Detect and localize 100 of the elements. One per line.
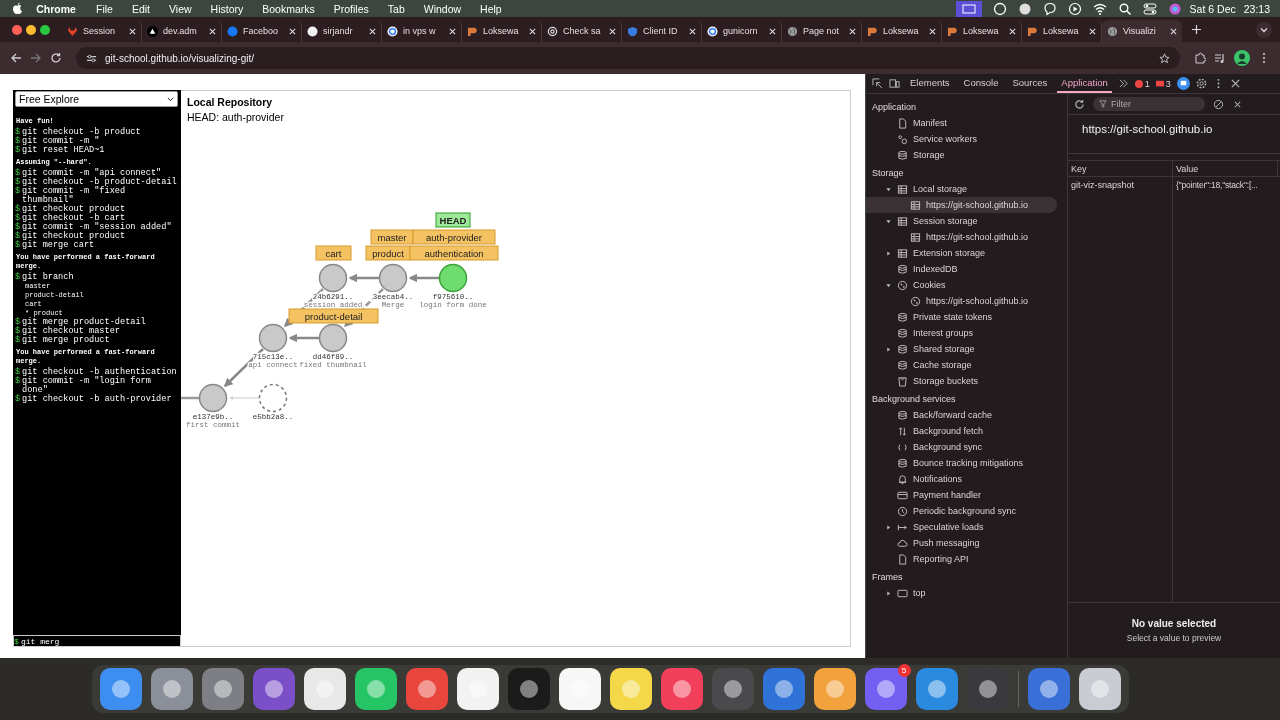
- date-text[interactable]: Sat 6 Dec: [1189, 2, 1236, 15]
- tree-item[interactable]: https://git-school.github.io: [866, 293, 1057, 309]
- column-header[interactable]: Key: [1068, 161, 1173, 176]
- tree-item[interactable]: Local storage: [866, 181, 1057, 197]
- tree-item[interactable]: Push messaging: [866, 535, 1057, 551]
- new-tab-icon[interactable]: [1192, 25, 1201, 34]
- app-icon[interactable]: [150, 668, 193, 710]
- app-icon[interactable]: [99, 668, 142, 710]
- close-icon[interactable]: [449, 27, 456, 35]
- time-text[interactable]: 23:13: [1243, 2, 1270, 15]
- device-toolbar-icon[interactable]: [889, 78, 900, 89]
- table-cell[interactable]: {"pointer":18,"stack":[...: [1173, 177, 1280, 192]
- tree-item[interactable]: Speculative loads: [866, 519, 1057, 535]
- tree-item[interactable]: Bounce tracking mitigations: [866, 455, 1057, 471]
- mode-dropdown[interactable]: Free Explore: [15, 91, 178, 107]
- app-icon[interactable]: [405, 668, 448, 710]
- commit-node[interactable]: [378, 263, 408, 293]
- close-icon[interactable]: [1229, 78, 1241, 89]
- warning-count[interactable]: 3: [1155, 78, 1171, 89]
- menu-item[interactable]: View: [169, 2, 192, 15]
- devtools-tab[interactable]: Application: [1057, 74, 1112, 93]
- forward-arrow-icon[interactable]: [30, 52, 42, 64]
- assistant-icon[interactable]: [1176, 77, 1190, 90]
- app-icon[interactable]: [609, 668, 652, 710]
- app-icon[interactable]: [813, 668, 856, 710]
- tree-item[interactable]: Storage: [866, 147, 1057, 163]
- menu-item[interactable]: Tab: [387, 2, 405, 15]
- media-queue-icon[interactable]: [1214, 52, 1226, 64]
- menu-item[interactable]: Edit: [131, 2, 150, 15]
- close-icon[interactable]: [609, 27, 616, 35]
- app-icon[interactable]: [660, 668, 703, 710]
- table-cell[interactable]: git-viz-snapshot: [1068, 177, 1173, 192]
- app-icon[interactable]: [354, 668, 397, 710]
- tree-item[interactable]: Background fetch: [866, 423, 1057, 439]
- menu-item[interactable]: Bookmarks: [262, 2, 315, 15]
- close-icon[interactable]: [529, 27, 536, 35]
- toggles-icon[interactable]: [1142, 1, 1157, 16]
- phone-bubble-icon[interactable]: [1042, 1, 1057, 16]
- reload-icon[interactable]: [50, 52, 62, 64]
- expand-arrow-icon[interactable]: [886, 346, 891, 352]
- search-icon[interactable]: [1117, 1, 1132, 16]
- commit-node[interactable]: [258, 383, 288, 413]
- expand-arrow-icon[interactable]: [886, 524, 891, 530]
- tree-item[interactable]: Extension storage: [866, 245, 1057, 261]
- tree-item[interactable]: Session storage: [866, 213, 1057, 229]
- menu-item[interactable]: Window: [423, 2, 462, 15]
- puzzle-icon[interactable]: [1194, 52, 1206, 64]
- tree-item[interactable]: Notifications: [866, 471, 1057, 487]
- tree-item[interactable]: Private state tokens: [866, 309, 1057, 325]
- devtools-tab[interactable]: Console: [959, 74, 1003, 93]
- commit-node[interactable]: [318, 263, 348, 293]
- wifi-icon[interactable]: [1092, 1, 1107, 16]
- app-icon[interactable]: [303, 668, 346, 710]
- menu-item[interactable]: File: [96, 2, 113, 15]
- chevron-down-icon[interactable]: [1256, 21, 1272, 38]
- expand-arrow-icon[interactable]: [886, 590, 891, 596]
- play-icon[interactable]: [1067, 1, 1082, 16]
- back-arrow-icon[interactable]: [10, 52, 22, 64]
- tree-item[interactable]: Cache storage: [866, 357, 1057, 373]
- circle-icon[interactable]: [1017, 1, 1032, 16]
- minimize-window-icon[interactable]: [26, 24, 36, 35]
- close-icon[interactable]: [289, 27, 296, 35]
- menu-item[interactable]: Profiles: [333, 2, 369, 15]
- tree-item[interactable]: Interest groups: [866, 325, 1057, 341]
- app-icon[interactable]: [1078, 668, 1121, 710]
- close-icon[interactable]: [769, 27, 776, 35]
- zoom-window-icon[interactable]: [40, 24, 50, 35]
- tree-item[interactable]: Service workers: [866, 131, 1057, 147]
- app-icon[interactable]: [762, 668, 805, 710]
- tree-item[interactable]: Storage buckets: [866, 373, 1057, 389]
- commit-node[interactable]: [318, 323, 348, 353]
- app-icon[interactable]: [507, 668, 550, 710]
- column-header[interactable]: Value: [1173, 161, 1278, 176]
- tree-item[interactable]: IndexedDB: [866, 261, 1057, 277]
- tree-item[interactable]: https://git-school.github.io: [866, 197, 1057, 213]
- command-input[interactable]: $ git merg: [13, 635, 181, 647]
- browser-tab[interactable]: Visualizi: [1102, 20, 1182, 42]
- screen-share-icon[interactable]: [955, 0, 982, 17]
- close-icon[interactable]: [369, 27, 376, 35]
- apple-logo-icon[interactable]: [12, 2, 23, 15]
- close-icon[interactable]: [929, 27, 936, 35]
- refresh-icon[interactable]: [1074, 98, 1085, 110]
- app-icon[interactable]: [915, 668, 958, 710]
- tree-item[interactable]: https://git-school.github.io: [866, 229, 1057, 245]
- tree-item[interactable]: Cookies: [866, 277, 1057, 293]
- tree-item[interactable]: Shared storage: [866, 341, 1057, 357]
- expand-arrow-icon[interactable]: [886, 218, 891, 224]
- settings-icon[interactable]: [1195, 78, 1207, 89]
- expand-arrow-icon[interactable]: [886, 186, 891, 192]
- close-icon[interactable]: [1170, 27, 1177, 35]
- close-icon[interactable]: [689, 27, 696, 35]
- more-tabs-icon[interactable]: [1117, 78, 1129, 89]
- app-icon[interactable]: [456, 668, 499, 710]
- circle-icon[interactable]: [992, 1, 1007, 16]
- close-icon[interactable]: [1089, 27, 1096, 35]
- app-icon[interactable]: [252, 668, 295, 710]
- tree-item[interactable]: Background sync: [866, 439, 1057, 455]
- close-window-icon[interactable]: [12, 24, 22, 35]
- tree-item[interactable]: Back/forward cache: [866, 407, 1057, 423]
- error-count[interactable]: 1: [1134, 78, 1150, 89]
